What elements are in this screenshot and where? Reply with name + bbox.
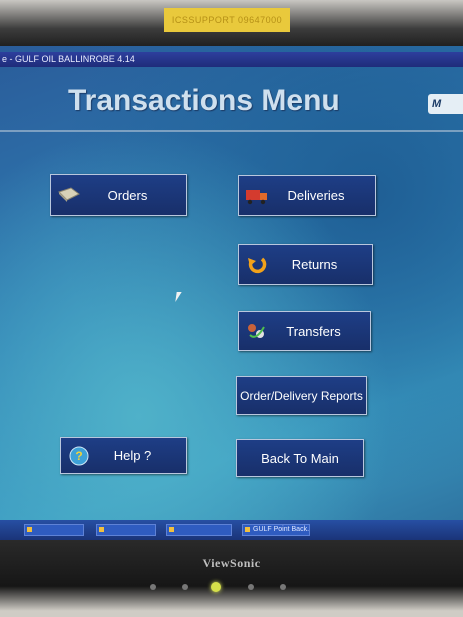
monitor-bezel-top: ICSSUPPORT 09647000 — [0, 0, 463, 48]
monitor-button-icon[interactable] — [248, 584, 254, 590]
deliveries-label: Deliveries — [287, 188, 345, 203]
company-logo: M — [428, 94, 463, 114]
return-arrow-icon — [245, 255, 269, 275]
returns-button[interactable]: Returns — [238, 244, 373, 285]
help-icon: ? — [67, 446, 91, 466]
svg-text:?: ? — [75, 449, 82, 463]
orders-label: Orders — [107, 187, 148, 203]
taskbar-item[interactable]: GULF Point Back... — [242, 524, 310, 536]
orders-button[interactable]: Orders — [50, 174, 187, 216]
taskbar-item[interactable] — [166, 524, 232, 536]
monitor-button-icon[interactable] — [280, 584, 286, 590]
window-titlebar: e - GULF OIL BALLINROBE 4.14 — [0, 52, 463, 67]
monitor-brand-logo: ViewSonic — [202, 556, 261, 570]
page-title: Transactions Menu — [68, 84, 340, 117]
help-label: Help ? — [113, 448, 152, 463]
back-label: Back To Main — [261, 450, 339, 466]
transfers-button[interactable]: Transfers — [238, 311, 371, 351]
reports-label: Order/Delivery Reports — [240, 388, 363, 403]
monitor-button-icon[interactable] — [150, 584, 156, 590]
taskbar-item[interactable] — [96, 524, 156, 536]
power-led-icon[interactable] — [211, 582, 221, 592]
back-to-main-button[interactable]: Back To Main — [236, 439, 364, 477]
screen: e - GULF OIL BALLINROBE 4.14 Transaction… — [0, 46, 463, 540]
mouse-cursor-icon — [175, 292, 182, 302]
transfer-icon — [245, 321, 269, 341]
transfers-label: Transfers — [286, 323, 341, 339]
truck-icon — [245, 186, 269, 206]
support-sticker: ICSSUPPORT 09647000 — [164, 8, 290, 32]
taskbar-item[interactable] — [24, 524, 84, 536]
orders-icon — [57, 185, 81, 205]
taskbar: GULF Point Back... — [0, 520, 463, 540]
title-divider — [0, 130, 463, 132]
order-delivery-reports-button[interactable]: Order/Delivery Reports — [236, 376, 367, 415]
monitor-bezel-bottom — [0, 540, 463, 617]
deliveries-button[interactable]: Deliveries — [238, 175, 376, 216]
returns-label: Returns — [291, 257, 338, 272]
help-button[interactable]: ? Help ? — [60, 437, 187, 474]
monitor-button-icon[interactable] — [182, 584, 188, 590]
